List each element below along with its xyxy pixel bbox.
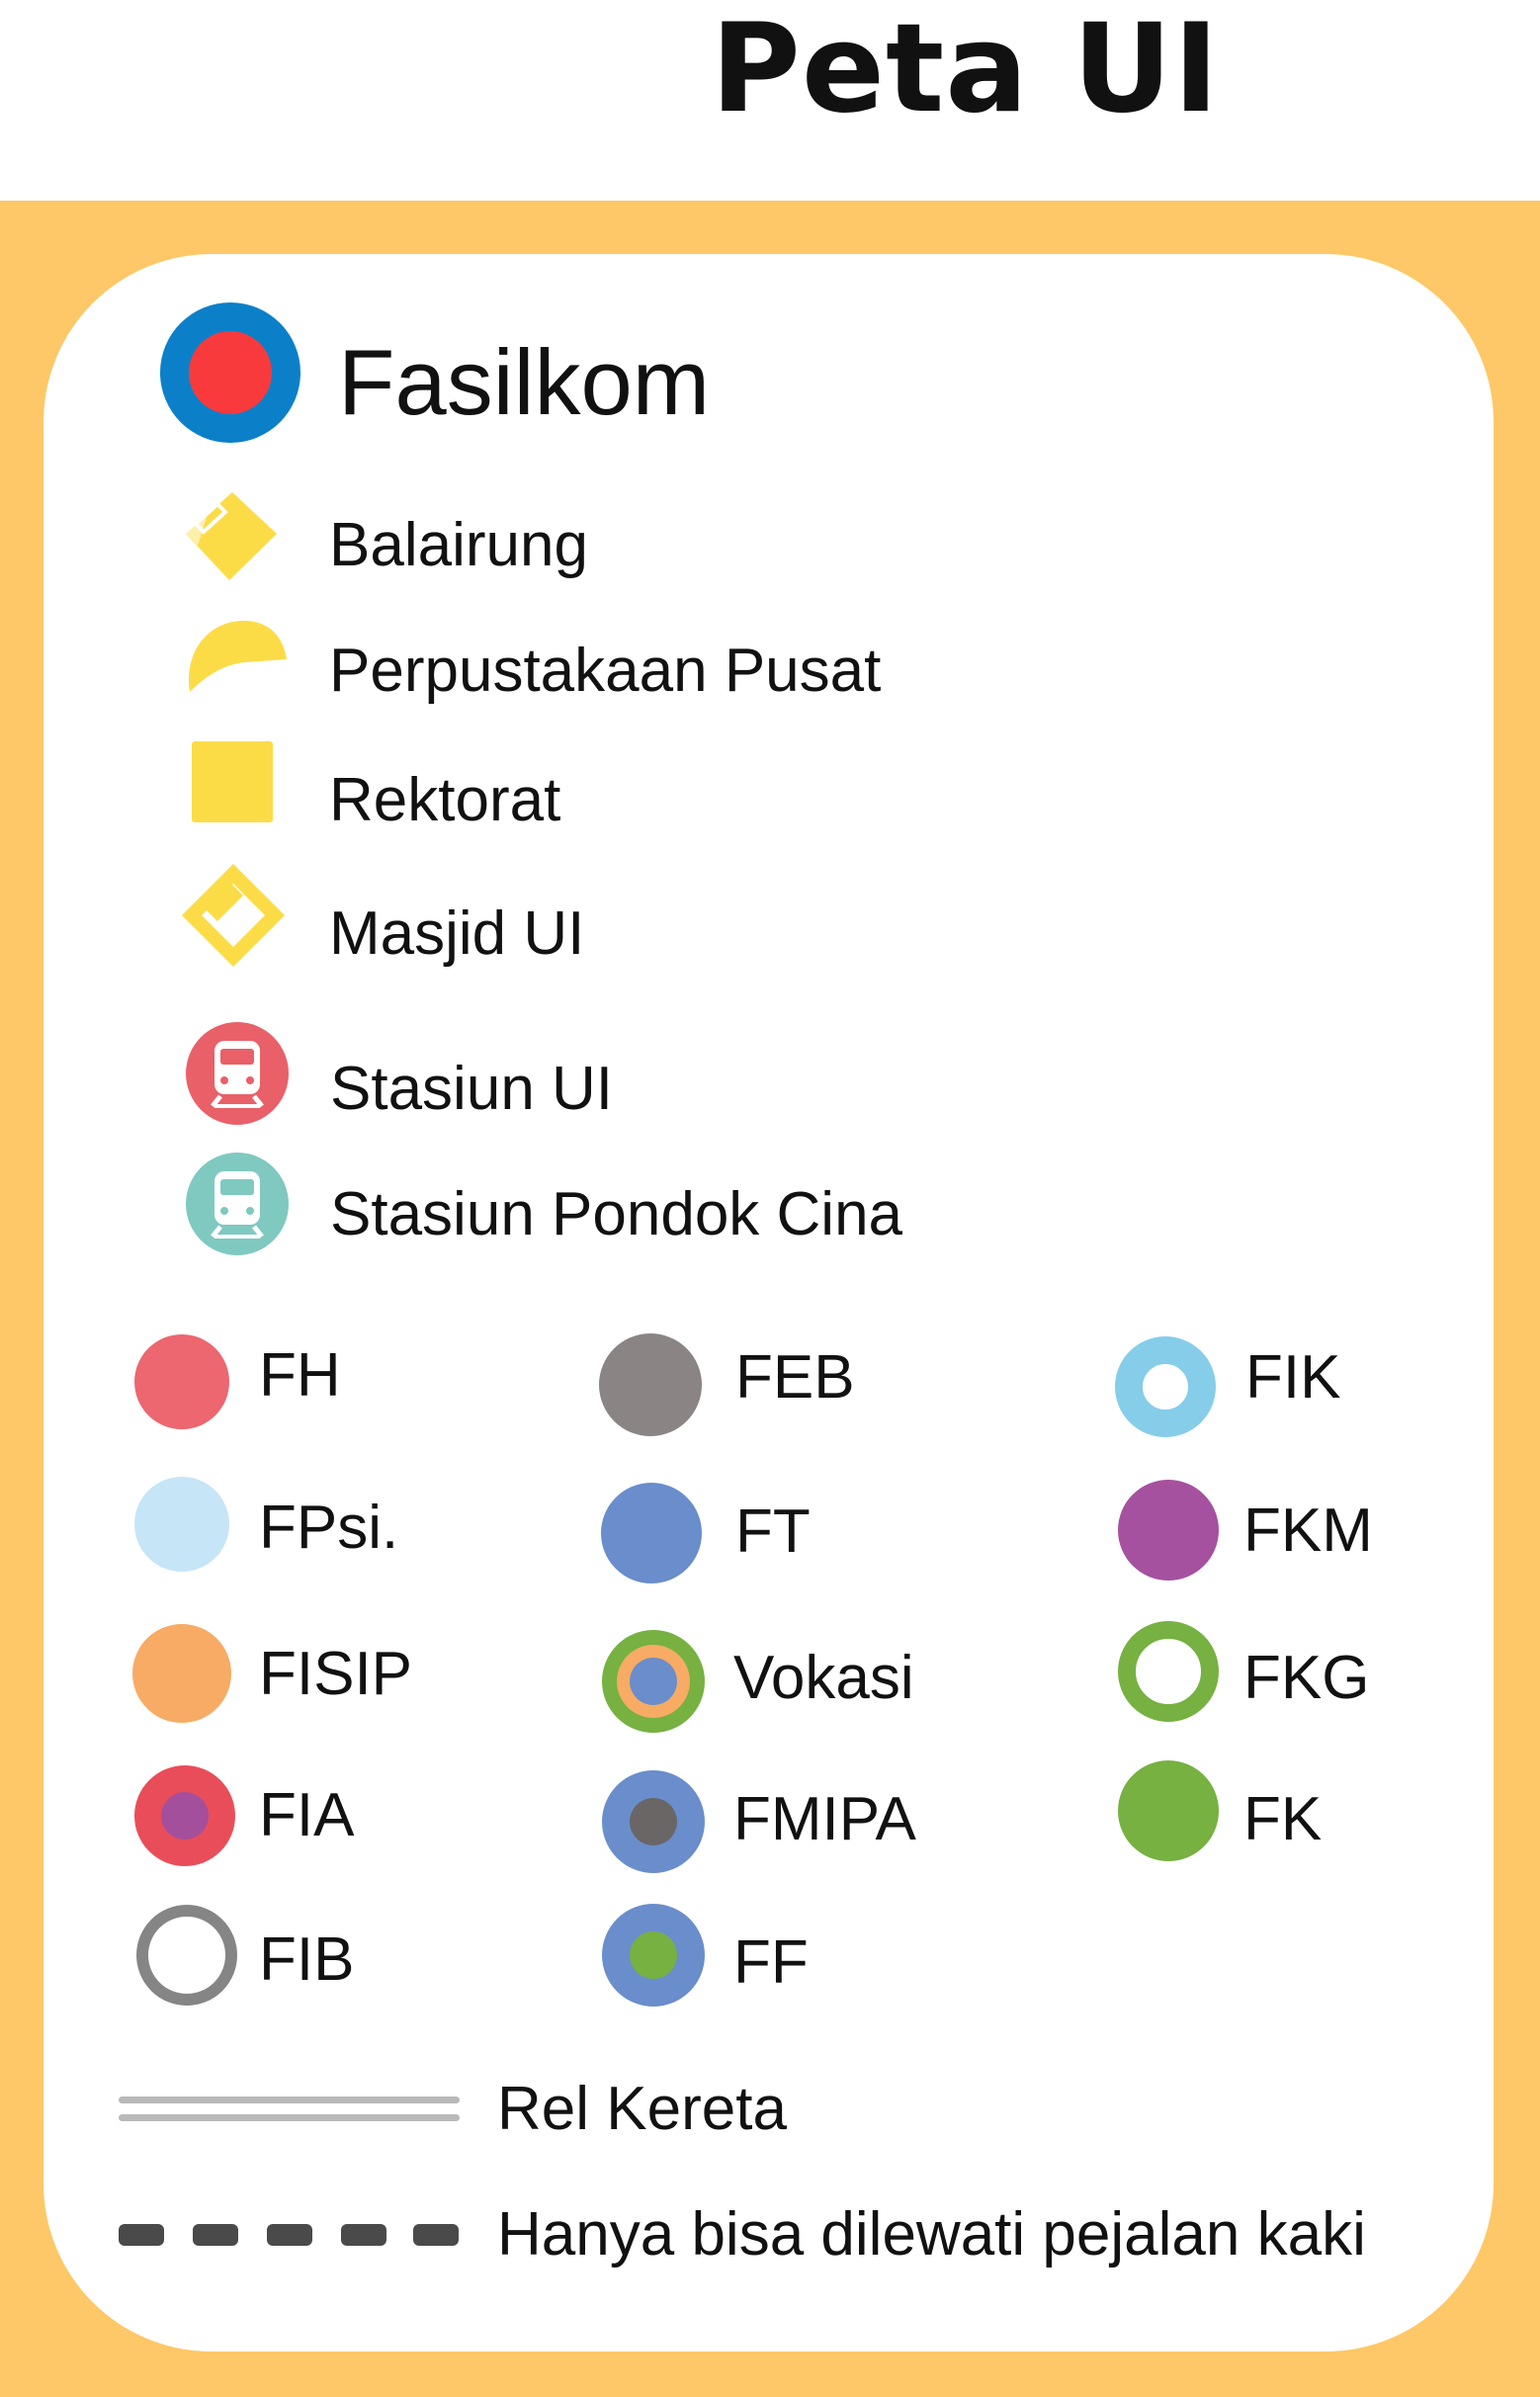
train-icon	[186, 1022, 289, 1125]
page-title: Peta UI	[711, 0, 1220, 140]
faculty-marker-fkm	[1118, 1480, 1219, 1581]
dash-segment	[413, 2224, 459, 2246]
faculty-marker-fpsi	[134, 1477, 229, 1572]
perpustakaan-icon	[189, 620, 287, 692]
rektorat-icon	[192, 741, 273, 822]
legend-label-fkm: FKM	[1243, 1497, 1373, 1565]
legend-label-stasiun-pondok-cina: Stasiun Pondok Cina	[330, 1180, 903, 1248]
railway-line-top	[119, 2097, 460, 2103]
faculty-marker-fik	[1115, 1336, 1216, 1437]
legend-label-vokasi: Vokasi	[733, 1644, 914, 1712]
faculty-marker-feb	[599, 1333, 702, 1436]
legend-label-balairung: Balairung	[329, 511, 588, 579]
faculty-marker-fia-center	[161, 1792, 209, 1840]
faculty-marker-ft	[601, 1483, 702, 1584]
legend-label-ft: FT	[735, 1498, 811, 1566]
balairung-icon	[186, 492, 277, 580]
faculty-marker-vokasi	[602, 1630, 705, 1733]
faculty-marker-ff-center	[630, 1931, 677, 1979]
faculty-marker-vokasi-center	[630, 1658, 677, 1705]
train-icon	[186, 1153, 289, 1255]
legend-label-rel-kereta: Rel Kereta	[497, 2075, 787, 2143]
faculty-marker-fia	[134, 1765, 235, 1866]
faculty-marker-fmipa	[602, 1770, 705, 1873]
legend-label-fh: FH	[259, 1341, 341, 1410]
legend-label-fkg: FKG	[1243, 1644, 1370, 1712]
faculty-marker-fisip	[132, 1624, 231, 1723]
legend-label-feb: FEB	[735, 1343, 855, 1412]
dash-segment	[193, 2224, 238, 2246]
faculty-marker-fkg	[1118, 1621, 1219, 1722]
legend-label-stasiun-ui: Stasiun UI	[330, 1055, 614, 1123]
faculty-marker-fk	[1118, 1760, 1219, 1861]
faculty-marker-fh	[134, 1334, 229, 1429]
legend-label-fpsi: FPsi.	[259, 1494, 399, 1562]
legend-label-fisip: FISIP	[259, 1640, 413, 1708]
fasilkom-marker-icon	[160, 302, 300, 443]
legend-label-ff: FF	[733, 1928, 809, 1997]
legend-label-rektorat: Rektorat	[329, 766, 561, 834]
legend-label-fik: FIK	[1245, 1343, 1341, 1412]
dash-segment	[341, 2224, 386, 2246]
dash-segment	[119, 2224, 164, 2246]
legend-label-masjid: Masjid UI	[329, 899, 585, 968]
map-legend-page: Peta UI Fasilkom Balairung Perpustakaan …	[0, 0, 1540, 2397]
legend-label-fmipa: FMIPA	[733, 1785, 916, 1853]
railway-line-bottom	[119, 2114, 460, 2121]
legend-label-perpustakaan: Perpustakaan Pusat	[329, 637, 882, 705]
legend-label-fia: FIA	[259, 1781, 355, 1849]
fasilkom-marker-center	[189, 331, 272, 414]
legend-label-fasilkom: Fasilkom	[338, 330, 711, 434]
faculty-marker-ff	[602, 1904, 705, 2007]
faculty-marker-fib	[136, 1905, 237, 2006]
masjid-icon	[182, 864, 285, 967]
faculty-marker-fmipa-center	[630, 1798, 677, 1845]
legend-label-pejalan-kaki: Hanya bisa dilewati pejalan kaki	[497, 2200, 1366, 2269]
legend-label-fib: FIB	[259, 1926, 355, 1994]
legend-label-fk: FK	[1243, 1785, 1323, 1853]
dash-segment	[267, 2224, 312, 2246]
